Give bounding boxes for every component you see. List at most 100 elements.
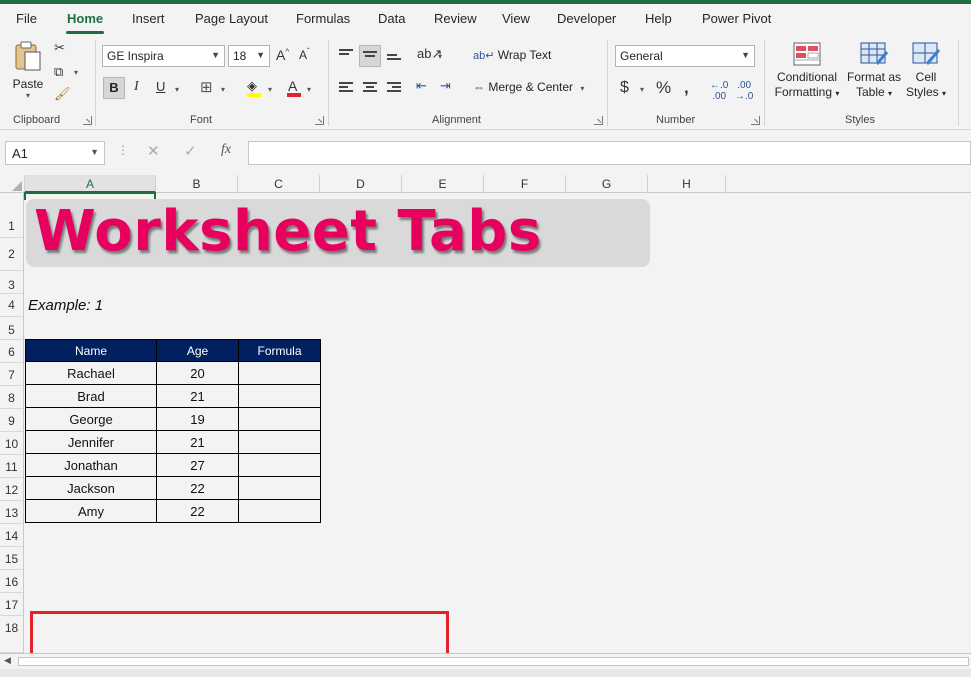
copy-dropdown-caret[interactable]: ▾: [74, 68, 78, 77]
tab-power-pivot[interactable]: Power Pivot: [702, 11, 771, 26]
fill-color-dropdown-caret[interactable]: ▾: [268, 85, 272, 94]
horizontal-scrollbar[interactable]: ◀: [0, 653, 971, 669]
tab-view[interactable]: View: [502, 11, 530, 26]
wrap-text-button[interactable]: ab↵ Wrap Text: [473, 48, 551, 62]
row-header-9[interactable]: 9: [0, 409, 24, 432]
font-name-combo[interactable]: GE Inspira ▼: [102, 45, 225, 67]
tab-file[interactable]: File: [16, 11, 37, 26]
scrollbar-thumb[interactable]: [18, 657, 969, 666]
cell-name[interactable]: George: [25, 407, 157, 431]
row-header-10[interactable]: 10: [0, 432, 24, 455]
row-header-12[interactable]: 12: [0, 478, 24, 501]
row-header-3[interactable]: 3: [0, 271, 24, 294]
tab-page-layout[interactable]: Page Layout: [195, 11, 268, 26]
clipboard-launcher-icon[interactable]: [83, 116, 92, 125]
decrease-indent-icon[interactable]: ⇤: [416, 78, 427, 94]
insert-function-icon[interactable]: fx: [221, 142, 231, 158]
increase-font-size-icon[interactable]: A^: [276, 47, 289, 63]
row-header-7[interactable]: 7: [0, 363, 24, 386]
cell-formula[interactable]: [238, 499, 321, 523]
row-header-6[interactable]: 6: [0, 340, 24, 363]
column-header-a[interactable]: A: [25, 175, 156, 193]
tab-help[interactable]: Help: [645, 11, 672, 26]
cell-formula[interactable]: [238, 384, 321, 408]
cell-name[interactable]: Jackson: [25, 476, 157, 500]
cell-formula[interactable]: [238, 453, 321, 477]
header-formula[interactable]: Formula: [238, 339, 321, 362]
align-left-icon[interactable]: [339, 82, 353, 94]
decrease-font-size-icon[interactable]: Aˇ: [299, 47, 310, 62]
number-launcher-icon[interactable]: [751, 116, 760, 125]
column-header-e[interactable]: E: [402, 175, 484, 193]
cell-formula[interactable]: [238, 430, 321, 454]
row-header-13[interactable]: 13: [0, 501, 24, 524]
header-name[interactable]: Name: [25, 339, 157, 362]
borders-icon[interactable]: ⊞: [200, 78, 213, 96]
cell-formula[interactable]: [238, 361, 321, 385]
tab-home[interactable]: Home: [67, 11, 103, 26]
fill-color-button[interactable]: ◈: [245, 78, 263, 98]
middle-align-button[interactable]: [359, 45, 381, 67]
cell-formula[interactable]: [238, 407, 321, 431]
orientation-dropdown-caret[interactable]: ▾: [438, 52, 442, 61]
format-as-table-button[interactable]: Format as Table ▾: [845, 42, 903, 101]
tab-developer[interactable]: Developer: [557, 11, 616, 26]
percent-icon[interactable]: %: [656, 78, 671, 98]
copy-icon[interactable]: ⧉: [54, 64, 63, 80]
row-header-8[interactable]: 8: [0, 386, 24, 409]
align-right-icon[interactable]: [387, 82, 401, 94]
underline-button[interactable]: U: [156, 79, 165, 94]
number-format-combo[interactable]: General ▼: [615, 45, 755, 67]
paste-button[interactable]: Paste ▾: [12, 40, 44, 106]
cut-icon[interactable]: ✂: [54, 40, 65, 56]
currency-icon[interactable]: $: [620, 79, 629, 97]
cell-styles-button[interactable]: Cell Styles ▾: [904, 42, 948, 101]
row-header-18[interactable]: 18: [0, 616, 24, 653]
column-header-d[interactable]: D: [320, 175, 402, 193]
tab-insert[interactable]: Insert: [132, 11, 165, 26]
column-header-b[interactable]: B: [156, 175, 238, 193]
merge-center-button[interactable]: ⇔ Merge & Center ▾: [473, 80, 584, 94]
format-painter-icon[interactable]: 🖌: [54, 86, 71, 102]
underline-dropdown-caret[interactable]: ▾: [175, 85, 179, 94]
italic-button[interactable]: I: [134, 79, 139, 95]
cell-name[interactable]: Rachael: [25, 361, 157, 385]
top-align-icon[interactable]: [339, 49, 353, 61]
cancel-entry-icon[interactable]: ✕: [147, 142, 160, 160]
currency-dropdown-caret[interactable]: ▾: [640, 85, 644, 94]
cell-age[interactable]: 20: [156, 361, 239, 385]
cell-age[interactable]: 22: [156, 499, 239, 523]
row-header-11[interactable]: 11: [0, 455, 24, 478]
row-header-2[interactable]: 2: [0, 238, 24, 271]
decrease-decimal-icon[interactable]: .00 →.0: [735, 80, 753, 102]
select-all-corner[interactable]: [0, 175, 25, 193]
font-size-combo[interactable]: 18 ▼: [228, 45, 270, 67]
row-header-17[interactable]: 17: [0, 593, 24, 616]
cell-age[interactable]: 19: [156, 407, 239, 431]
comma-style-icon[interactable]: ,: [684, 78, 689, 98]
formula-input[interactable]: [248, 141, 971, 165]
bottom-align-icon[interactable]: [387, 54, 401, 66]
tab-review[interactable]: Review: [434, 11, 477, 26]
paste-dropdown-caret[interactable]: ▾: [12, 91, 44, 100]
row-header-5[interactable]: 5: [0, 317, 24, 340]
confirm-entry-icon[interactable]: ✓: [184, 142, 197, 160]
tab-formulas[interactable]: Formulas: [296, 11, 350, 26]
scroll-left-icon[interactable]: ◀: [4, 655, 11, 666]
increase-decimal-icon[interactable]: ←.0.00: [710, 80, 728, 102]
cell-name[interactable]: Brad: [25, 384, 157, 408]
row-header-4[interactable]: 4: [0, 294, 24, 317]
cell-age[interactable]: 21: [156, 384, 239, 408]
header-age[interactable]: Age: [156, 339, 239, 362]
conditional-formatting-button[interactable]: Conditional Formatting ▾: [772, 42, 842, 101]
cell-formula[interactable]: [238, 476, 321, 500]
font-color-dropdown-caret[interactable]: ▾: [307, 85, 311, 94]
cell-age[interactable]: 21: [156, 430, 239, 454]
column-header-c[interactable]: C: [238, 175, 320, 193]
row-header-14[interactable]: 14: [0, 524, 24, 547]
align-center-icon[interactable]: [363, 82, 377, 94]
cell-name[interactable]: Jennifer: [25, 430, 157, 454]
font-color-button[interactable]: A: [285, 78, 303, 98]
cell-age[interactable]: 27: [156, 453, 239, 477]
row-header-1[interactable]: 1: [0, 193, 24, 238]
